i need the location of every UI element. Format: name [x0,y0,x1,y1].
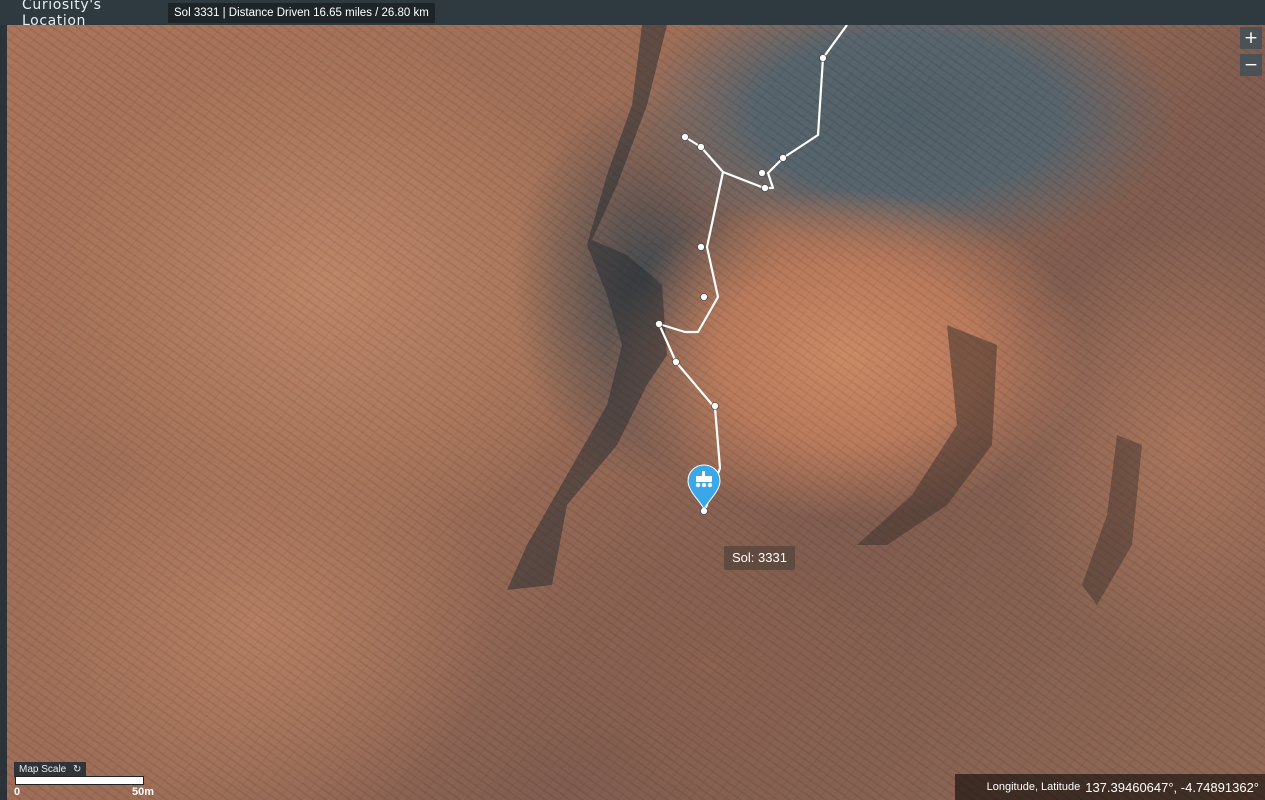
scale-bar [15,776,144,785]
coordinates-readout: Longitude, Latitude 137.39460647°, -4.74… [955,774,1265,800]
map-scale-title: Map Scale [19,764,67,775]
route-waypoints [655,54,827,515]
map-scale: Map Scale ↻ 0 50m [14,759,154,798]
app-title: Curiosity's Location [22,0,102,29]
route-waypoint[interactable] [819,54,827,62]
route-waypoint[interactable] [711,402,719,410]
route-waypoint[interactable] [655,320,663,328]
refresh-icon[interactable]: ↻ [73,764,81,775]
coordinates-label: Longitude, Latitude [986,781,1081,793]
zoom-out-button[interactable]: − [1240,54,1262,76]
route-waypoint[interactable] [758,169,766,177]
route-waypoint[interactable] [672,358,680,366]
route-waypoint[interactable] [681,133,689,141]
scale-end-label: 50m [132,786,155,798]
ridge-shadow [1082,435,1142,605]
route-waypoint[interactable] [761,184,769,192]
sol-marker-label: Sol: 3331 [724,546,795,570]
scale-zero-label: 0 [14,786,21,798]
route-overlay [507,25,1142,605]
sol-distance-info: Sol 3331 | Distance Driven 16.65 miles /… [168,2,435,23]
zoom-in-button[interactable]: + [1240,27,1262,49]
rover-map-pin-icon[interactable] [687,464,721,511]
route-waypoint[interactable] [697,243,705,251]
cliff-shadow [507,25,667,590]
route-waypoint[interactable] [779,154,787,162]
map-scale-toggle[interactable]: Map Scale ↻ [14,762,87,777]
rover-route-line [657,25,848,514]
map-view[interactable]: Sol: 3331 [7,25,1265,800]
route-waypoint[interactable] [697,143,705,151]
coordinates-value: 137.39460647°, -4.74891362° [1085,779,1259,795]
header-bar: Curiosity's Location Sol 3331 | Distance… [0,0,1265,29]
route-waypoint[interactable] [700,293,708,301]
ridge-shadow [857,325,997,545]
